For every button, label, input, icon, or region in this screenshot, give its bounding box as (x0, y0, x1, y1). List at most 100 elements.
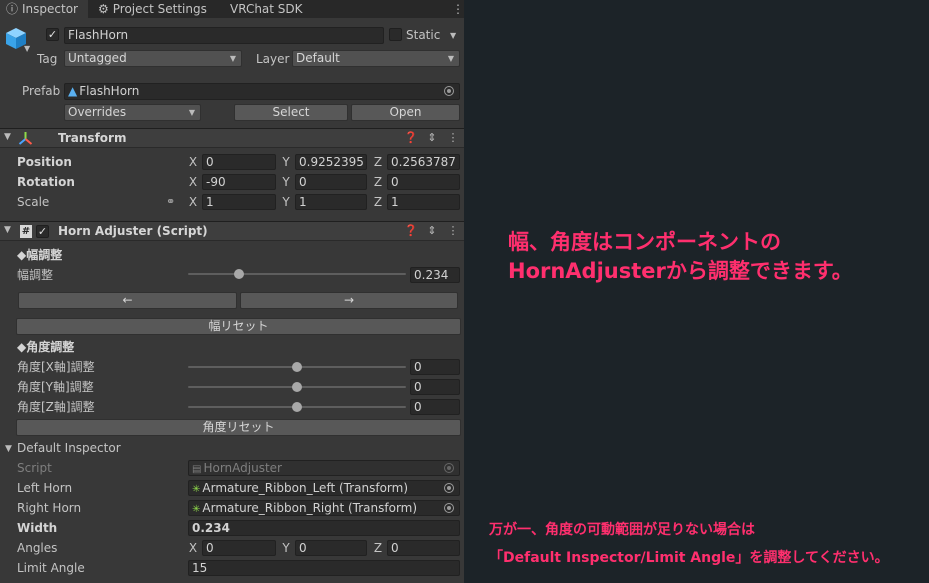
left-horn-label: Left Horn (17, 481, 73, 495)
chevron-down-icon: ▼ (229, 54, 236, 63)
horn-adjuster-title: Horn Adjuster (Script) (58, 224, 208, 238)
inspector-panel: ⓘ Inspector ⚙ Project Settings VRChat SDK … (0, 0, 464, 583)
left-horn-field[interactable]: ✳ Armature_Ribbon_Left (Transform) (188, 480, 460, 496)
angle-x-label: 角度[X軸]調整 (17, 360, 95, 374)
chevron-down-icon: ▼ (447, 54, 454, 63)
axis-z-label: Z (373, 195, 383, 209)
width-reset-button[interactable]: 幅リセット (16, 318, 461, 335)
angle-y-slider-knob[interactable] (292, 382, 302, 392)
axis-y-label: Y (282, 541, 290, 555)
angles-y-field[interactable]: 0 (295, 540, 367, 556)
help-icon[interactable]: ❓ (404, 224, 418, 238)
open-button[interactable]: Open (351, 104, 460, 121)
transform-icon: ✳ (192, 484, 201, 495)
static-checkbox[interactable] (389, 28, 402, 41)
preset-icon[interactable]: ⇕ (425, 131, 439, 145)
annotation-adjust-note: 幅、角度はコンポーネントの HornAdjusterから調整できます。 (508, 230, 853, 283)
width-value-field[interactable]: 0.234 (410, 267, 460, 283)
transform-icon: ✳ (192, 504, 201, 515)
transform-header[interactable]: ▼ Transform ❓ ⇕ ⋮ (0, 128, 464, 148)
active-checkbox[interactable]: ✓ (46, 28, 59, 41)
annotation-limit-note: 万が一、角度の可動範囲が足りない場合は 「Default Inspector/L… (489, 522, 889, 566)
fold-arrow-icon[interactable]: ▼ (4, 132, 11, 142)
right-horn-field[interactable]: ✳ Armature_Ribbon_Right (Transform) (188, 500, 460, 516)
angle-y-value-field[interactable]: 0 (410, 379, 460, 395)
limit-angle-label: Limit Angle (17, 561, 85, 575)
width-decrease-button[interactable]: ← (18, 292, 237, 309)
object-picker-icon[interactable] (444, 503, 454, 513)
default-inspector-foldout[interactable]: Default Inspector (17, 440, 121, 456)
limit-angle-field[interactable]: 15 (188, 560, 460, 576)
object-picker-icon[interactable] (444, 86, 454, 96)
width-field[interactable]: 0.234 (188, 520, 460, 536)
tab-bar: ⓘ Inspector ⚙ Project Settings VRChat SDK … (0, 0, 464, 18)
angle-z-value-field[interactable]: 0 (410, 399, 460, 415)
fold-arrow-icon[interactable]: ▼ (4, 225, 11, 235)
axis-x-label: X (188, 175, 198, 189)
rotation-z-field[interactable]: 0 (387, 174, 460, 190)
axis-z-label: Z (373, 175, 383, 189)
prefab-cube-icon: ▲ (68, 84, 78, 98)
position-y-field[interactable]: 0.9252395 (295, 154, 367, 170)
fold-arrow-icon[interactable]: ▼ (5, 444, 12, 454)
angle-z-slider-knob[interactable] (292, 402, 302, 412)
rotation-y-field[interactable]: 0 (295, 174, 367, 190)
axis-z-label: Z (373, 155, 383, 169)
transform-title: Transform (58, 131, 127, 145)
info-icon: ⓘ (6, 2, 19, 16)
more-options-icon[interactable]: ⋮ (446, 224, 460, 238)
select-button[interactable]: Select (234, 104, 348, 121)
script-field: ▤ HornAdjuster (188, 460, 460, 476)
object-name-field[interactable]: FlashHorn (64, 27, 384, 44)
constrain-proportions-icon[interactable]: ⚭ (166, 195, 175, 208)
width-section-header: ◆幅調整 (17, 248, 63, 262)
transform-icon (18, 131, 33, 149)
object-picker-icon (444, 463, 454, 473)
rotation-x-field[interactable]: -90 (202, 174, 276, 190)
background-area (464, 0, 929, 583)
axis-y-label: Y (282, 175, 290, 189)
scale-z-field[interactable]: 1 (387, 194, 460, 210)
tab-project-settings[interactable]: ⚙ Project Settings (98, 0, 207, 18)
axis-y-label: Y (282, 155, 290, 169)
component-enabled-checkbox[interactable]: ✓ (36, 225, 49, 238)
width-slider-knob[interactable] (234, 269, 244, 279)
horn-adjuster-header[interactable]: ▼ # ✓ Horn Adjuster (Script) ❓ ⇕ ⋮ (0, 221, 464, 241)
chevron-down-icon: ▼ (188, 108, 195, 117)
width-adjust-label: 幅調整 (17, 268, 54, 282)
position-label: Position (17, 155, 72, 169)
more-options-icon[interactable]: ⋮ (446, 131, 460, 145)
static-label: Static (406, 28, 441, 42)
layer-label: Layer (256, 52, 290, 66)
icon-dropdown-arrow[interactable]: ▼ (24, 44, 30, 53)
angle-x-slider-knob[interactable] (292, 362, 302, 372)
object-picker-icon[interactable] (444, 483, 454, 493)
scale-y-field[interactable]: 1 (295, 194, 367, 210)
static-dropdown-arrow[interactable]: ▼ (450, 31, 456, 40)
angles-z-field[interactable]: 0 (387, 540, 460, 556)
angles-x-field[interactable]: 0 (202, 540, 276, 556)
preset-icon[interactable]: ⇕ (425, 224, 439, 238)
width-slider-track[interactable] (188, 273, 406, 275)
help-icon[interactable]: ❓ (404, 131, 418, 145)
position-x-field[interactable]: 0 (202, 154, 276, 170)
angles-label: Angles (17, 541, 58, 555)
width-increase-button[interactable]: → (240, 292, 458, 309)
angle-z-label: 角度[Z軸]調整 (17, 400, 95, 414)
scale-x-field[interactable]: 1 (202, 194, 276, 210)
tab-menu-icon[interactable]: ⋮ (452, 0, 464, 18)
angle-reset-button[interactable]: 角度リセット (16, 419, 461, 436)
tab-inspector[interactable]: ⓘ Inspector (0, 0, 88, 18)
prefab-asset-field[interactable]: ▲ FlashHorn (64, 83, 460, 100)
overrides-dropdown[interactable]: Overrides ▼ (64, 104, 201, 121)
tab-vrchat-sdk[interactable]: VRChat SDK (230, 0, 303, 18)
gear-icon: ⚙ (98, 2, 109, 16)
layer-dropdown[interactable]: Default ▼ (292, 50, 460, 67)
axis-x-label: X (188, 155, 198, 169)
angle-x-value-field[interactable]: 0 (410, 359, 460, 375)
script-icon: # (20, 225, 32, 238)
tag-dropdown[interactable]: Untagged ▼ (64, 50, 242, 67)
script-label: Script (17, 461, 52, 475)
position-z-field[interactable]: 0.2563787 (387, 154, 460, 170)
tag-label: Tag (37, 52, 58, 66)
